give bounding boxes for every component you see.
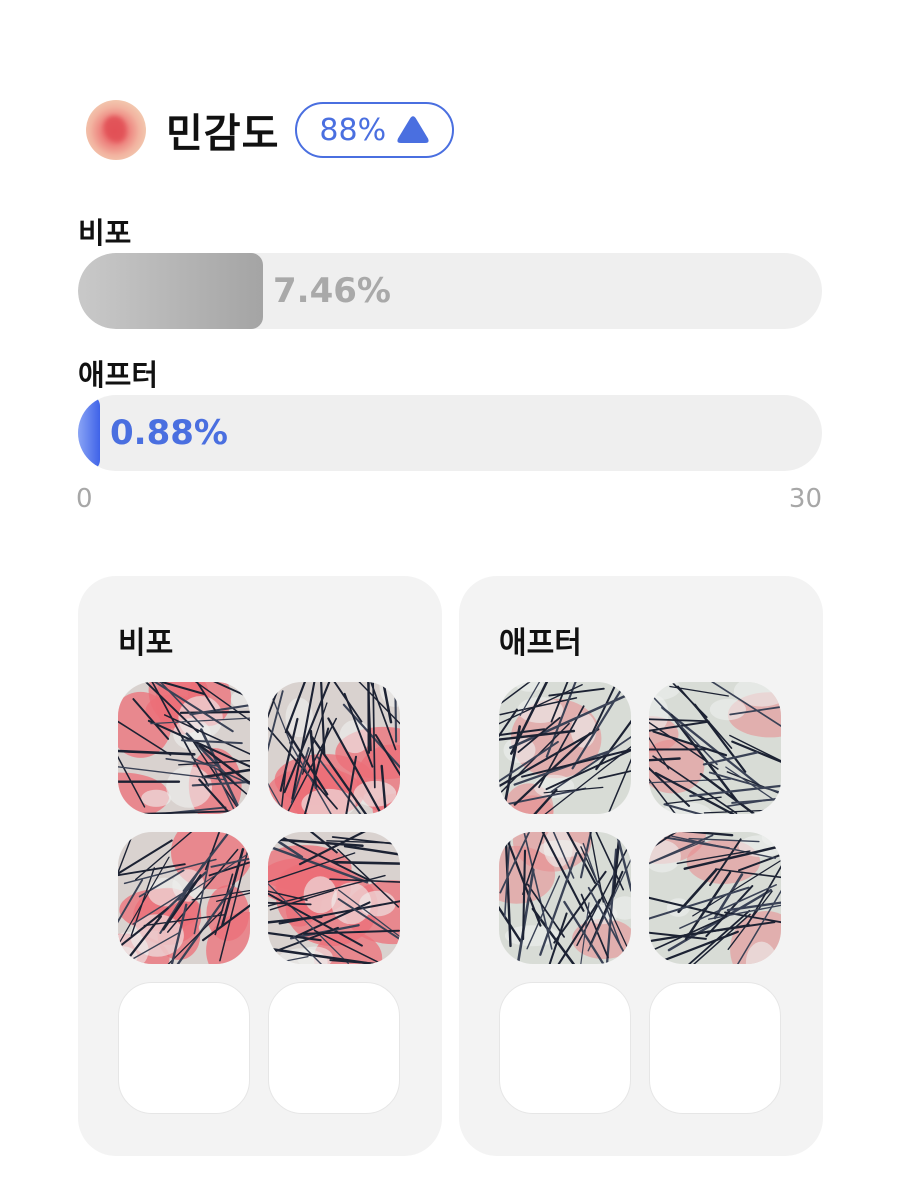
before-card-title: 비포 [118, 626, 174, 661]
scalp-photo-thumbnail[interactable] [499, 832, 631, 964]
before-bar-track: 7.46% [78, 253, 822, 329]
scalp-photo-thumbnail[interactable] [268, 682, 400, 814]
after-bar-fill [78, 395, 100, 471]
sensitivity-icon [86, 100, 146, 160]
scalp-photo-thumbnail[interactable] [499, 682, 631, 814]
before-bar-fill [78, 253, 263, 329]
after-bar-value: 0.88% [110, 413, 228, 453]
before-photo-card: 비포 [78, 576, 442, 1156]
scalp-photo-thumbnail[interactable] [118, 832, 250, 964]
triangle-up-icon [397, 116, 429, 143]
metric-header: 민감도 88% [86, 100, 455, 160]
scalp-photo-thumbnail[interactable] [118, 682, 250, 814]
scalp-photo-thumbnail[interactable] [649, 682, 781, 814]
after-bar-track: 0.88% [78, 395, 822, 471]
scalp-photo-thumbnail[interactable] [268, 832, 400, 964]
axis-max-label: 30 [788, 484, 822, 514]
after-photo-card: 애프터 [459, 576, 823, 1156]
change-badge: 88% [295, 102, 455, 158]
scalp-photo-thumbnail[interactable] [649, 832, 781, 964]
badge-value: 88% [319, 112, 387, 148]
empty-photo-slot[interactable] [118, 982, 250, 1114]
empty-photo-slot[interactable] [268, 982, 400, 1114]
after-bar-label: 애프터 [78, 358, 159, 392]
empty-photo-slot[interactable] [649, 982, 781, 1114]
before-bar-label: 비포 [78, 216, 132, 250]
before-bar-value: 7.46% [273, 271, 391, 311]
empty-photo-slot[interactable] [499, 982, 631, 1114]
axis-min-label: 0 [76, 484, 93, 514]
after-card-title: 애프터 [499, 626, 582, 661]
page-title: 민감도 [166, 111, 280, 157]
